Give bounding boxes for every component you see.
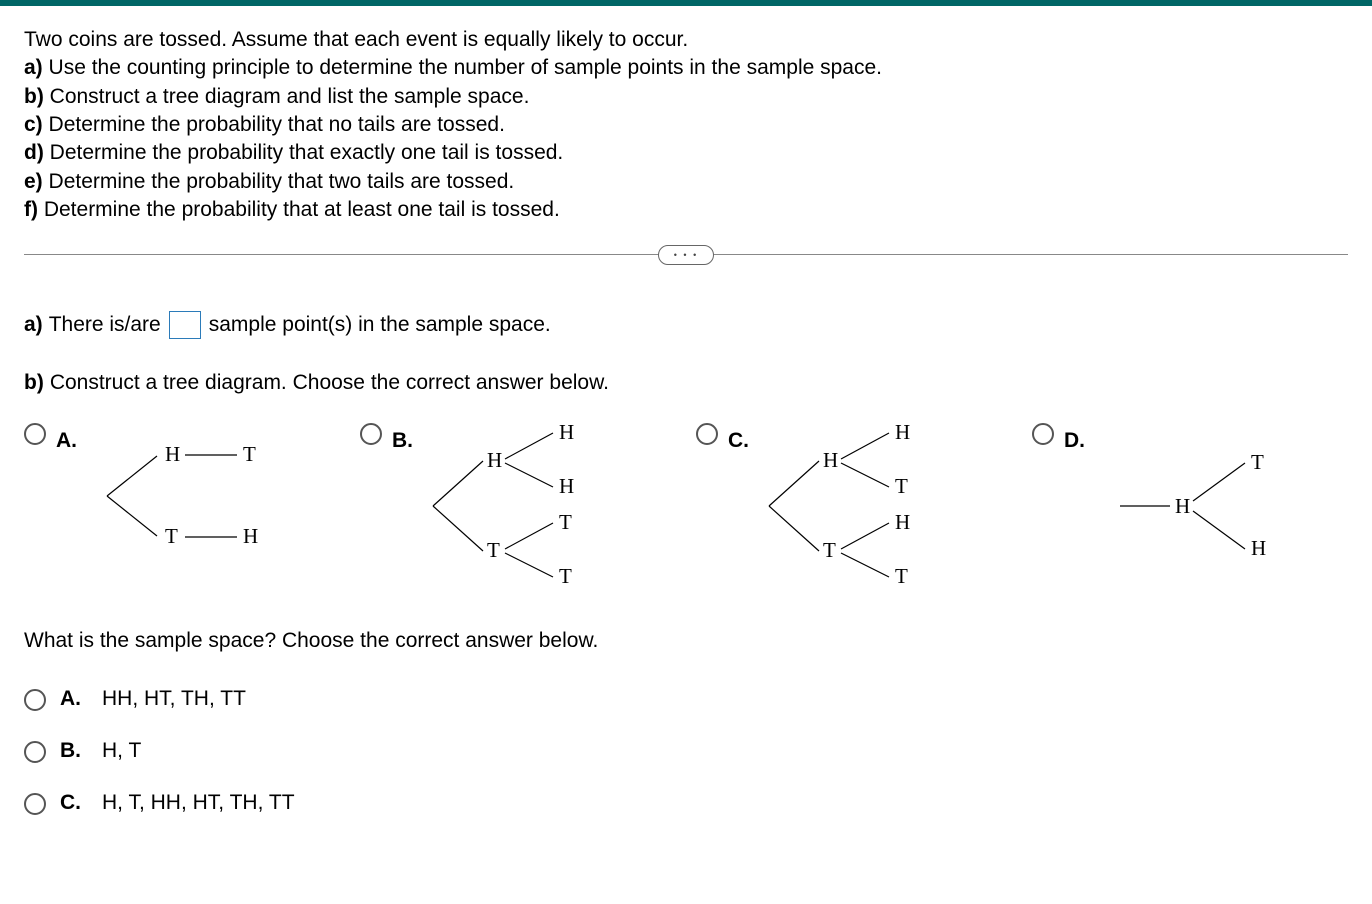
question-part-b: b) Construct a tree diagram and list the…: [24, 83, 1348, 111]
tree-a-leaf1: T: [243, 442, 256, 466]
part-c-label: c): [24, 113, 43, 136]
ss-option-c: C. H, T, HH, HT, TH, TT: [24, 783, 1348, 823]
answer-a-label: a): [24, 305, 43, 345]
main-content: Two coins are tossed. Assume that each e…: [0, 6, 1372, 823]
answer-section: a) There is/are sample point(s) in the s…: [24, 305, 1348, 822]
part-b-label: b): [24, 85, 44, 108]
tree-a-branch1: H: [165, 442, 180, 466]
answer-b-label: b): [24, 363, 44, 403]
radio-ss-b[interactable]: [24, 741, 46, 763]
tree-diagram-c: H T H T H T: [759, 421, 949, 591]
tree-diagram-options: A. H T T H B. H: [24, 421, 1348, 591]
tree-option-b: B. H T H H T T: [360, 421, 676, 591]
answer-a-after: sample point(s) in the sample space.: [209, 305, 551, 345]
answer-a-before: There is/are: [49, 305, 161, 345]
question-part-e: e) Determine the probability that two ta…: [24, 168, 1348, 196]
radio-ss-a[interactable]: [24, 689, 46, 711]
ss-option-a: A. HH, HT, TH, TT: [24, 679, 1348, 719]
tree-a-branch2: T: [165, 524, 178, 548]
question-part-d: d) Determine the probability that exactl…: [24, 139, 1348, 167]
tree-c-branch2: T: [823, 538, 836, 562]
ss-a-label: A.: [60, 679, 88, 719]
tree-option-c: C. H T H T H T: [696, 421, 1012, 591]
part-f-text: Determine the probability that at least …: [38, 198, 560, 221]
tree-option-d: D. H T H: [1032, 421, 1348, 591]
part-b-text: Construct a tree diagram and list the sa…: [44, 85, 530, 108]
tree-b-leaf3: T: [559, 510, 572, 534]
tree-c-leaf2: T: [895, 474, 908, 498]
tree-b-leaf2: H: [559, 474, 574, 498]
ss-b-text: H, T: [102, 731, 141, 771]
tree-b-label: B.: [392, 421, 413, 461]
tree-b-leaf1: H: [559, 421, 574, 444]
question-intro: Two coins are tossed. Assume that each e…: [24, 26, 1348, 54]
tree-option-a: A. H T T H: [24, 421, 340, 591]
sample-space-options: A. HH, HT, TH, TT B. H, T C. H, T, HH, H…: [24, 679, 1348, 823]
ss-c-label: C.: [60, 783, 88, 823]
tree-a-label: A.: [56, 421, 77, 461]
tree-d-label: D.: [1064, 421, 1085, 461]
ss-a-text: HH, HT, TH, TT: [102, 679, 246, 719]
part-d-label: d): [24, 141, 44, 164]
tree-diagram-d: H T H: [1095, 421, 1285, 571]
question-part-f: f) Determine the probability that at lea…: [24, 196, 1348, 224]
tree-b-branch1: H: [487, 448, 502, 472]
tree-d-branch1: H: [1175, 494, 1190, 518]
expand-pill[interactable]: [658, 245, 714, 265]
tree-c-leaf1: H: [895, 421, 910, 444]
radio-ss-c[interactable]: [24, 793, 46, 815]
part-e-text: Determine the probability that two tails…: [43, 170, 515, 193]
answer-a-line: a) There is/are sample point(s) in the s…: [24, 305, 1348, 345]
ss-c-text: H, T, HH, HT, TH, TT: [102, 783, 295, 823]
part-c-text: Determine the probability that no tails …: [43, 113, 505, 136]
tree-c-label: C.: [728, 421, 749, 461]
radio-tree-a[interactable]: [24, 423, 46, 445]
tree-a-leaf2: H: [243, 524, 258, 548]
tree-diagram-b: H T H H T T: [423, 421, 613, 591]
answer-b-text: Construct a tree diagram. Choose the cor…: [50, 363, 609, 403]
question-block: Two coins are tossed. Assume that each e…: [24, 26, 1348, 224]
tree-b-leaf4: T: [559, 564, 572, 588]
tree-b-branch2: T: [487, 538, 500, 562]
tree-c-branch1: H: [823, 448, 838, 472]
radio-tree-c[interactable]: [696, 423, 718, 445]
question-part-c: c) Determine the probability that no tai…: [24, 111, 1348, 139]
radio-tree-d[interactable]: [1032, 423, 1054, 445]
ss-option-b: B. H, T: [24, 731, 1348, 771]
tree-c-leaf4: T: [895, 564, 908, 588]
radio-tree-b[interactable]: [360, 423, 382, 445]
part-f-label: f): [24, 198, 38, 221]
question-part-a: a) Use the counting principle to determi…: [24, 54, 1348, 82]
ss-b-label: B.: [60, 731, 88, 771]
tree-c-leaf3: H: [895, 510, 910, 534]
part-a-label: a): [24, 56, 43, 79]
tree-d-leaf2: H: [1251, 536, 1266, 560]
part-d-text: Determine the probability that exactly o…: [44, 141, 563, 164]
tree-d-leaf1: T: [1251, 450, 1264, 474]
section-divider: [24, 254, 1348, 255]
sample-points-input[interactable]: [169, 311, 201, 339]
part-e-label: e): [24, 170, 43, 193]
part-a-text: Use the counting principle to determine …: [43, 56, 882, 79]
answer-b-line: b) Construct a tree diagram. Choose the …: [24, 363, 1348, 403]
sample-space-prompt: What is the sample space? Choose the cor…: [24, 621, 1348, 661]
tree-diagram-a: H T T H: [87, 421, 277, 571]
